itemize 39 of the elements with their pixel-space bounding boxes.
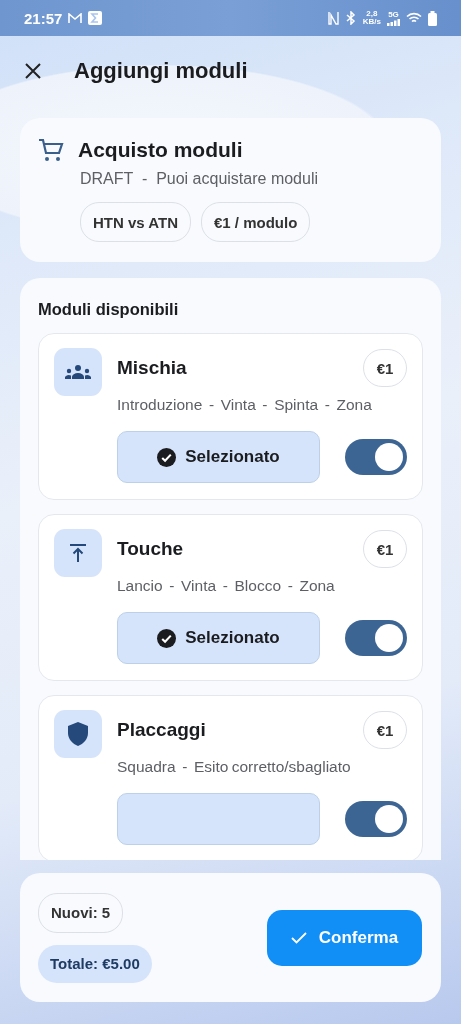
module-name: Mischia <box>117 357 187 379</box>
module-description: Squadra - Esito corretto/sbagliato <box>117 757 352 777</box>
battery-icon <box>428 10 437 26</box>
module-description: Introduzione - Vinta - Spinta - Zona <box>117 395 373 415</box>
select-button[interactable]: Selezionato <box>117 612 320 664</box>
module-name: Touche <box>117 538 184 560</box>
toggle-switch[interactable] <box>345 439 407 475</box>
signal-icon <box>387 18 400 26</box>
network-type: 5G <box>388 10 399 19</box>
upload-arrow-icon <box>70 544 86 562</box>
check-icon <box>290 931 307 944</box>
bluetooth-icon <box>344 11 357 25</box>
info-chip: HTN vs ATN <box>80 202 191 242</box>
close-icon <box>24 62 42 80</box>
toggle-switch[interactable] <box>345 620 407 656</box>
sigma-icon <box>88 11 103 25</box>
toggle-switch[interactable] <box>345 801 407 837</box>
mail-icon <box>68 12 83 24</box>
select-button[interactable]: Selezionato <box>117 431 320 483</box>
info-chip: €1 / modulo <box>201 202 311 242</box>
purchase-subtitle: DRAFT - Puoi acquistare moduli <box>80 170 319 188</box>
module-name: Placcaggi <box>117 719 206 741</box>
new-count-chip: Nuovi: 5 <box>38 892 124 933</box>
cart-icon <box>38 138 64 162</box>
group-icon <box>65 365 91 379</box>
network-speed-unit: KB/s <box>362 18 381 26</box>
wifi-icon <box>406 12 422 24</box>
page-title: Aggiungi moduli <box>74 58 248 84</box>
nfc-icon <box>327 11 339 25</box>
network-speed: 2,8 <box>366 10 378 18</box>
check-circle-icon <box>157 447 177 467</box>
section-title: Moduli disponibili <box>38 300 180 319</box>
check-circle-icon <box>157 628 177 648</box>
total-chip: Totale: €5.00 <box>38 944 152 983</box>
close-button[interactable] <box>24 62 42 80</box>
module-description: Lancio - Vinta - Blocco - Zona <box>117 576 336 596</box>
purchase-title: Acquisto moduli <box>78 138 243 162</box>
shield-icon <box>68 722 88 746</box>
clock-time: 21:57 <box>24 9 63 27</box>
